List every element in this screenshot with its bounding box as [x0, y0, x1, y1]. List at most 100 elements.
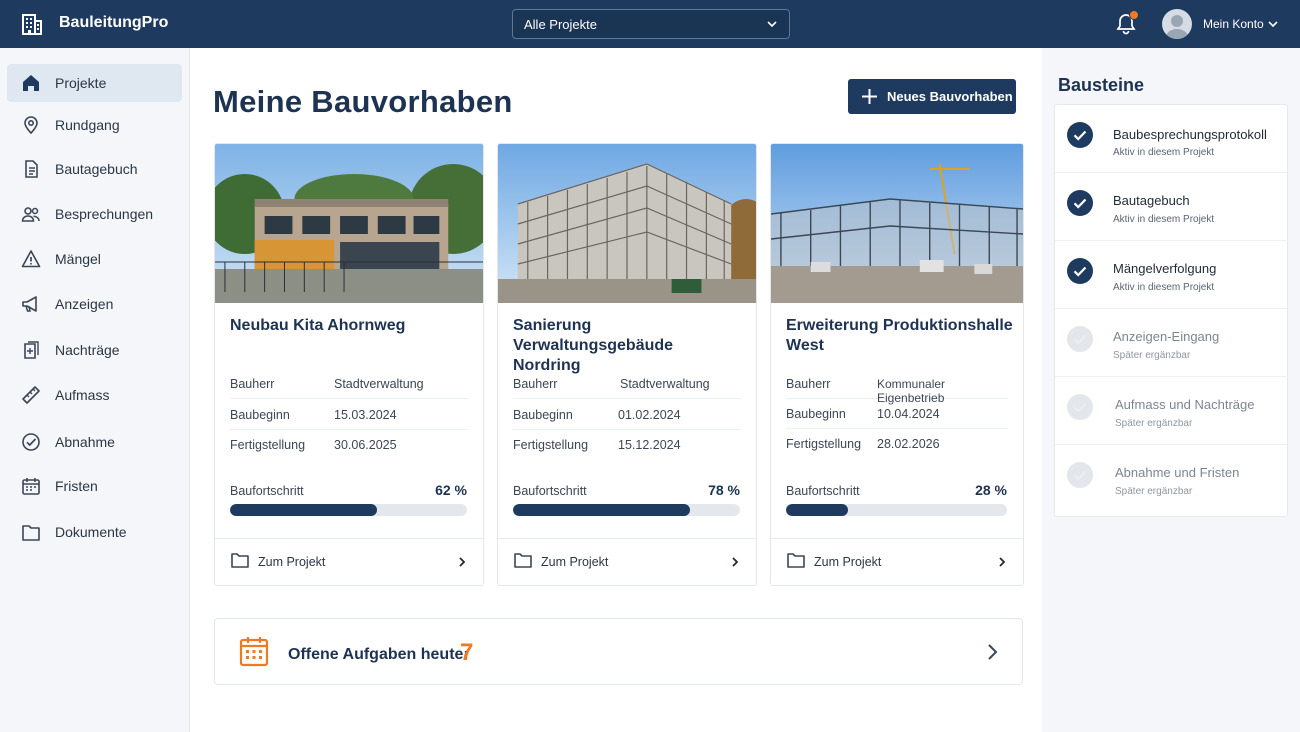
- module-status: Später ergänzbar: [1115, 486, 1193, 497]
- progress-bar: [513, 504, 740, 516]
- info-key: Fertigstellung: [786, 437, 862, 451]
- module-item[interactable]: Mängelverfolgung Aktiv in diesem Projekt: [1055, 241, 1287, 309]
- folder-icon: [514, 553, 532, 568]
- account-menu-label[interactable]: Mein Konto: [1203, 17, 1264, 31]
- folder-icon: [22, 525, 40, 541]
- check-icon[interactable]: [1067, 258, 1093, 284]
- sidebar-item-nachtraege[interactable]: Nachträge: [7, 331, 182, 369]
- sidebar-item-label: Mängel: [55, 251, 101, 267]
- info-row-fertigstellung: Fertigstellung 15.12.2024: [513, 430, 741, 460]
- documents-plus-icon: [24, 341, 39, 359]
- modules-title: Bausteine: [1058, 75, 1145, 95]
- plus-icon: [862, 89, 877, 104]
- document-icon: [25, 160, 38, 178]
- check-icon[interactable]: [1067, 394, 1093, 420]
- module-title: Aufmass und Nachträge: [1115, 397, 1255, 412]
- module-title: Bautagebuch: [1113, 193, 1190, 208]
- progress-label: Baufortschritt: [513, 484, 587, 498]
- home-icon: [23, 75, 39, 91]
- sidebar-item-label: Aufmass: [55, 387, 110, 403]
- project-photo-produktionshalle[interactable]: [771, 144, 1023, 303]
- avatar[interactable]: [1162, 9, 1192, 39]
- module-item[interactable]: Bautagebuch Aktiv in diesem Projekt: [1055, 173, 1287, 241]
- module-item[interactable]: Baubesprechungsprotokoll Aktiv in diesem…: [1055, 105, 1287, 173]
- building-logo-icon[interactable]: [20, 12, 44, 36]
- module-title: Mängelverfolgung: [1113, 261, 1217, 276]
- check-icon[interactable]: [1067, 462, 1093, 488]
- new-project-button[interactable]: Neues Bauvorhaben: [848, 79, 1016, 114]
- info-key: Fertigstellung: [513, 438, 589, 452]
- info-row-baubeginn: Baubeginn 10.04.2024: [786, 399, 1008, 429]
- sidebar-item-maengel[interactable]: Mängel: [7, 240, 182, 278]
- project-card[interactable]: Erweiterung Produktionshalle West Bauher…: [770, 143, 1024, 586]
- calendar-icon: [239, 637, 269, 667]
- sidebar-item-rundgang[interactable]: Rundgang: [7, 106, 182, 144]
- project-photo-kita[interactable]: [215, 144, 483, 303]
- page-title: Meine Bauvorhaben: [213, 84, 513, 119]
- new-project-button-label: Neues Bauvorhaben: [887, 89, 1013, 104]
- notification-badge: [1129, 10, 1139, 20]
- sidebar-item-abnahme[interactable]: Abnahme: [7, 423, 182, 461]
- sidebar-item-dokumente[interactable]: Dokumente: [7, 513, 182, 551]
- open-tasks-count: 7: [460, 639, 474, 666]
- sidebar: Projekte Rundgang Bautagebuch Besprechun…: [0, 48, 190, 732]
- app-name[interactable]: BauleitungPro: [59, 14, 168, 32]
- project-photo-verwaltungsgebaeude[interactable]: [498, 144, 756, 303]
- chevron-right-icon: [732, 557, 739, 567]
- warning-icon: [21, 250, 41, 268]
- module-item[interactable]: Aufmass und Nachträge Später ergänzbar: [1055, 377, 1287, 445]
- progress-fill: [786, 504, 848, 516]
- open-tasks-banner[interactable]: Offene Aufgaben heute: 7: [214, 618, 1023, 685]
- check-icon[interactable]: [1067, 326, 1093, 352]
- info-value: 15.03.2024: [334, 408, 397, 422]
- project-select[interactable]: Alle Projekte: [512, 9, 790, 39]
- info-row-bauherr: Bauherr Stadtverwaltung: [230, 369, 468, 399]
- sidebar-item-label: Besprechungen: [55, 206, 154, 222]
- project-title[interactable]: Sanierung Verwaltungsgebäude Nordring: [513, 316, 745, 376]
- project-link-label: Zum Projekt: [814, 555, 882, 569]
- sidebar-item-fristen[interactable]: Fristen: [7, 467, 182, 505]
- info-key: Baubeginn: [230, 408, 290, 422]
- progress-bar: [786, 504, 1007, 516]
- sidebar-item-anzeigen[interactable]: Anzeigen: [7, 285, 182, 323]
- chevron-down-icon[interactable]: [1267, 18, 1279, 30]
- info-key: Bauherr: [786, 377, 831, 391]
- sidebar-item-label: Projekte: [55, 75, 107, 91]
- check-icon[interactable]: [1067, 190, 1093, 216]
- top-bar: BauleitungPro Alle Projekte Mein Konto: [0, 0, 1300, 48]
- info-key: Bauherr: [513, 377, 558, 391]
- check-icon[interactable]: [1067, 122, 1093, 148]
- folder-icon: [231, 553, 249, 568]
- sidebar-item-aufmass[interactable]: Aufmass: [7, 376, 182, 414]
- progress-fill: [513, 504, 691, 516]
- module-status: Aktiv in diesem Projekt: [1113, 147, 1215, 158]
- sidebar-item-bautagebuch[interactable]: Bautagebuch: [7, 150, 182, 188]
- info-value: Stadtverwaltung: [620, 377, 710, 391]
- info-key: Bauherr: [230, 377, 275, 391]
- chevron-right-icon: [999, 557, 1006, 567]
- modules-panel: Bausteine Baubesprechungsprotokoll Aktiv…: [1042, 48, 1300, 732]
- module-item[interactable]: Abnahme und Fristen Später ergänzbar: [1055, 445, 1287, 513]
- sidebar-item-label: Rundgang: [55, 117, 120, 133]
- open-tasks-label: Offene Aufgaben heute:: [288, 646, 469, 663]
- info-row-baubeginn: Baubeginn 15.03.2024: [230, 400, 468, 430]
- sidebar-item-projekte[interactable]: Projekte: [7, 64, 182, 102]
- project-title[interactable]: Erweiterung Produktionshalle West: [786, 316, 1023, 356]
- project-card[interactable]: Neubau Kita Ahornweg Bauherr Stadtverwalt…: [214, 143, 484, 586]
- project-link[interactable]: Zum Projekt: [215, 538, 483, 585]
- sidebar-item-besprechungen[interactable]: Besprechungen: [7, 195, 182, 233]
- project-link[interactable]: Zum Projekt: [771, 538, 1023, 585]
- calendar-icon: [22, 478, 40, 495]
- info-value: 15.12.2024: [618, 438, 681, 452]
- module-item[interactable]: Anzeigen-Eingang Später ergänzbar: [1055, 309, 1287, 377]
- project-title[interactable]: Neubau Kita Ahornweg: [230, 316, 470, 336]
- info-value: 30.06.2025: [334, 438, 397, 452]
- project-link[interactable]: Zum Projekt: [498, 538, 756, 585]
- info-value: 10.04.2024: [877, 407, 940, 421]
- project-card[interactable]: Sanierung Verwaltungsgebäude Nordring Ba…: [497, 143, 757, 586]
- info-row-baubeginn: Baubeginn 01.02.2024: [513, 400, 741, 430]
- sidebar-item-label: Dokumente: [55, 524, 127, 540]
- module-title: Abnahme und Fristen: [1115, 465, 1240, 480]
- info-value: 01.02.2024: [618, 408, 681, 422]
- progress-label: Baufortschritt: [230, 484, 304, 498]
